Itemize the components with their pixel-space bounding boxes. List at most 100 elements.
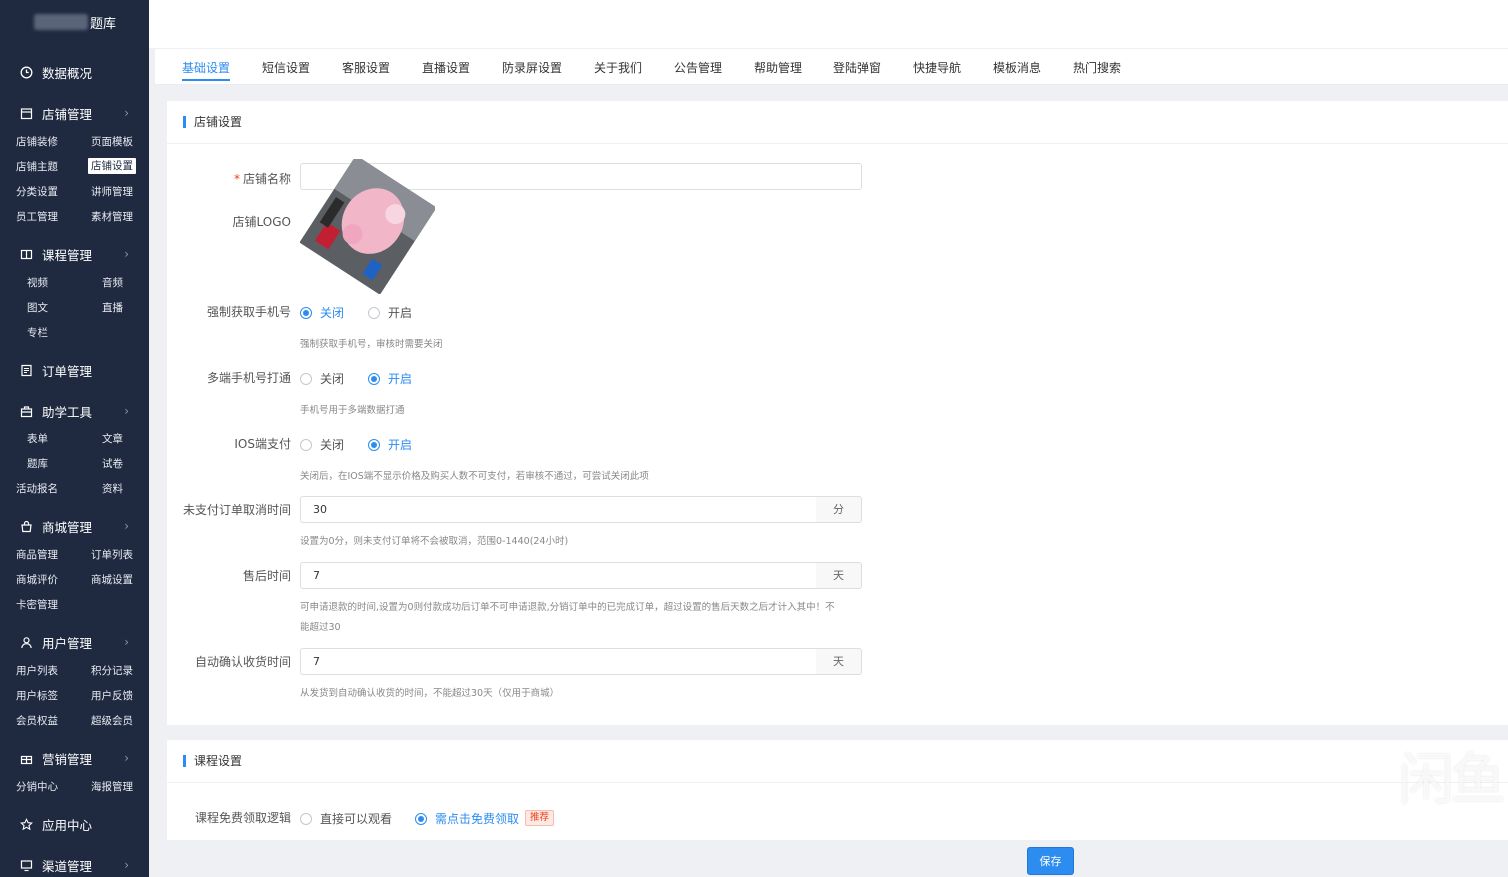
store-logo-upload[interactable] bbox=[299, 155, 437, 295]
chevron-right-icon: › bbox=[124, 404, 129, 418]
chevron-right-icon: › bbox=[124, 519, 129, 533]
sidebar-group-channels[interactable]: 渠道管理 › bbox=[0, 854, 149, 876]
free-logic-direct-radio[interactable]: 直接可以观看 bbox=[300, 810, 392, 827]
multi-phone-on-radio[interactable]: 开启 bbox=[368, 370, 412, 387]
sidebar-item-category[interactable]: 分类设置 bbox=[16, 184, 58, 200]
sidebar-item-distribution[interactable]: 分销中心 bbox=[16, 779, 58, 795]
sidebar-item-resources[interactable]: 资料 bbox=[102, 481, 123, 497]
sidebar-item-mall-reviews[interactable]: 商城评价 bbox=[16, 572, 58, 588]
tab-basic[interactable]: 基础设置 bbox=[182, 59, 230, 76]
tab-live[interactable]: 直播设置 bbox=[422, 59, 470, 76]
auto-confirm-unit: 天 bbox=[816, 648, 862, 675]
tab-quick-nav[interactable]: 快捷导航 bbox=[913, 59, 961, 76]
after-sale-input[interactable]: 7 bbox=[300, 562, 817, 589]
store-name-label: * 店铺名称 bbox=[233, 172, 291, 186]
sidebar-item-article[interactable]: 图文 bbox=[27, 300, 48, 316]
sidebar-item-audio[interactable]: 音频 bbox=[102, 275, 123, 291]
sidebar-item-store-decor[interactable]: 店铺装修 bbox=[16, 134, 58, 150]
chevron-right-icon: › bbox=[124, 751, 129, 765]
sidebar-item-mall-settings[interactable]: 商城设置 bbox=[91, 572, 133, 588]
unpaid-cancel-hint: 设置为0分，则未支付订单将不会被取消，范围0-1440(24小时) bbox=[300, 536, 569, 547]
sidebar-group-tools[interactable]: 助学工具 › bbox=[0, 400, 149, 422]
sidebar-group-store[interactable]: 店铺管理 › bbox=[0, 102, 149, 124]
unpaid-cancel-input[interactable]: 30 bbox=[300, 496, 817, 523]
sidebar-item-page-template[interactable]: 页面模板 bbox=[91, 134, 133, 150]
tab-customer-service[interactable]: 客服设置 bbox=[342, 59, 390, 76]
sidebar-item-video[interactable]: 视频 bbox=[27, 275, 48, 291]
sidebar-item-store-settings[interactable]: 店铺设置 bbox=[88, 158, 136, 174]
multi-phone-off-radio[interactable]: 关闭 bbox=[300, 370, 344, 387]
star-icon bbox=[18, 816, 34, 832]
watermark: 闲鱼 bbox=[1398, 748, 1506, 813]
after-sale-unit: 天 bbox=[816, 562, 862, 589]
unpaid-cancel-unit: 分 bbox=[816, 496, 862, 523]
brand: 题库 bbox=[0, 0, 149, 44]
settings-tabs: 基础设置 短信设置 客服设置 直播设置 防录屏设置 关于我们 公告管理 帮助管理… bbox=[155, 49, 1508, 85]
sidebar-group-label: 课程管理 bbox=[42, 247, 93, 263]
sidebar-item-staff[interactable]: 员工管理 bbox=[16, 209, 58, 225]
course-settings-card: 课程设置 课程免费领取逻辑 直接可以观看 需点击免费领取 推荐 bbox=[167, 740, 1508, 840]
sidebar-group-marketing[interactable]: 营销管理 › bbox=[0, 747, 149, 769]
after-sale-label: 售后时间 bbox=[242, 569, 291, 583]
sidebar-item-live[interactable]: 直播 bbox=[102, 300, 123, 316]
sidebar-item-order-list[interactable]: 订单列表 bbox=[91, 547, 133, 563]
sidebar-item-label: 数据概况 bbox=[42, 65, 93, 81]
sidebar-item-event-signup[interactable]: 活动报名 bbox=[16, 481, 58, 497]
auto-confirm-hint: 从发货到自动确认收货的时间，不能超过30天（仅用于商城） bbox=[300, 688, 560, 699]
free-logic-claim-radio[interactable]: 需点击免费领取 bbox=[415, 810, 519, 827]
tab-hot-search[interactable]: 热门搜索 bbox=[1073, 59, 1121, 76]
force-phone-label: 强制获取手机号 bbox=[206, 305, 291, 319]
ios-pay-off-radio[interactable]: 关闭 bbox=[300, 436, 344, 453]
sidebar-group-label: 用户管理 bbox=[42, 635, 93, 651]
sidebar-group-label: 助学工具 bbox=[42, 404, 93, 420]
sidebar-item-store-theme[interactable]: 店铺主题 bbox=[16, 159, 58, 175]
ios-pay-on-radio[interactable]: 开启 bbox=[368, 436, 412, 453]
after-sale-hint-line2: 能超过30 bbox=[300, 622, 341, 633]
sidebar-group-orders[interactable]: 订单管理 bbox=[0, 359, 149, 381]
sidebar-item-user-list[interactable]: 用户列表 bbox=[16, 663, 58, 679]
logo-image bbox=[299, 155, 437, 295]
force-phone-hint: 强制获取手机号，审核时需要关闭 bbox=[300, 339, 443, 350]
ios-pay-label: IOS端支付 bbox=[234, 437, 291, 451]
sidebar-group-apps[interactable]: 应用中心 bbox=[0, 813, 149, 835]
sidebar-item-user-tags[interactable]: 用户标签 bbox=[16, 688, 58, 704]
sidebar-group-label: 渠道管理 bbox=[42, 858, 93, 874]
auto-confirm-input[interactable]: 7 bbox=[300, 648, 817, 675]
force-phone-on-radio[interactable]: 开启 bbox=[368, 304, 412, 321]
sidebar-group-course[interactable]: 课程管理 › bbox=[0, 243, 149, 265]
brand-logo-blurred bbox=[34, 14, 88, 30]
sidebar-item-materials[interactable]: 素材管理 bbox=[91, 209, 133, 225]
sidebar-group-users[interactable]: 用户管理 › bbox=[0, 631, 149, 653]
sidebar-item-lecturer[interactable]: 讲师管理 bbox=[91, 184, 133, 200]
sidebar-item-points[interactable]: 积分记录 bbox=[91, 663, 133, 679]
bag-icon bbox=[18, 518, 34, 534]
sidebar-item-exam[interactable]: 试卷 bbox=[102, 456, 123, 472]
save-button[interactable]: 保存 bbox=[1027, 847, 1074, 875]
tab-announcements[interactable]: 公告管理 bbox=[674, 59, 722, 76]
sidebar-item-member-benefits[interactable]: 会员权益 bbox=[16, 713, 58, 729]
force-phone-off-radio[interactable]: 关闭 bbox=[300, 304, 344, 321]
sidebar-item-overview[interactable]: 数据概况 bbox=[0, 61, 149, 83]
user-icon bbox=[18, 634, 34, 650]
sidebar-item-posters[interactable]: 海报管理 bbox=[91, 779, 133, 795]
sidebar-item-products[interactable]: 商品管理 bbox=[16, 547, 58, 563]
tab-anti-recording[interactable]: 防录屏设置 bbox=[502, 59, 562, 76]
section-title: 课程设置 bbox=[183, 755, 242, 767]
tab-help[interactable]: 帮助管理 bbox=[754, 59, 802, 76]
sidebar-item-form[interactable]: 表单 bbox=[27, 431, 48, 447]
sidebar-item-question-bank[interactable]: 题库 bbox=[27, 456, 48, 472]
sidebar-item-super-member[interactable]: 超级会员 bbox=[91, 713, 133, 729]
tab-template-messages[interactable]: 模板消息 bbox=[993, 59, 1041, 76]
tab-about[interactable]: 关于我们 bbox=[594, 59, 642, 76]
toolbox-icon bbox=[18, 403, 34, 419]
monitor-icon bbox=[18, 857, 34, 873]
tab-login-popup[interactable]: 登陆弹窗 bbox=[833, 59, 881, 76]
tab-sms[interactable]: 短信设置 bbox=[262, 59, 310, 76]
top-header bbox=[149, 0, 1508, 48]
sidebar-group-mall[interactable]: 商城管理 › bbox=[0, 515, 149, 537]
sidebar-item-feedback[interactable]: 用户反馈 bbox=[91, 688, 133, 704]
sidebar-item-card-keys[interactable]: 卡密管理 bbox=[16, 597, 58, 613]
divider bbox=[167, 782, 1508, 783]
sidebar-item-column[interactable]: 专栏 bbox=[27, 325, 48, 341]
sidebar-item-posts[interactable]: 文章 bbox=[102, 431, 123, 447]
